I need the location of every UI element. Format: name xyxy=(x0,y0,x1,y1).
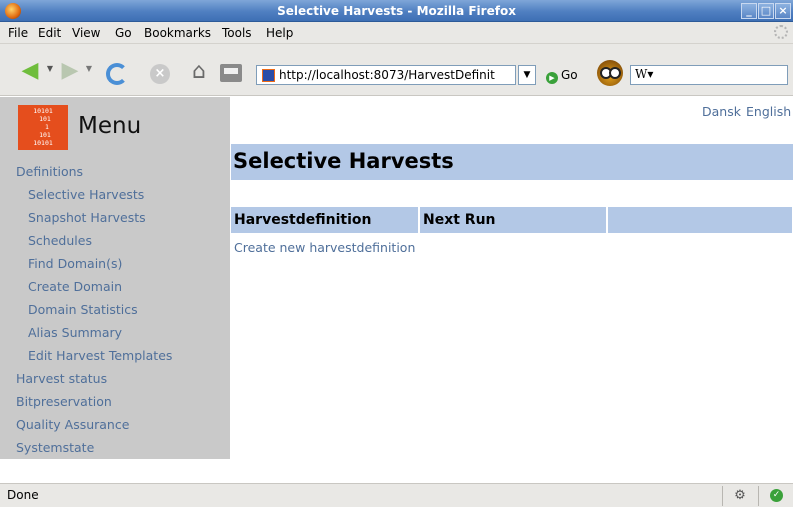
sidebar-item-quality-assurance[interactable]: Quality Assurance xyxy=(16,417,129,432)
menu-bar: File Edit View Go Bookmarks Tools Help xyxy=(0,22,793,44)
menu-file[interactable]: File xyxy=(8,26,28,40)
throbber-icon xyxy=(774,25,788,39)
menu-view[interactable]: View xyxy=(72,26,100,40)
sidebar-item-snapshot-harvests[interactable]: Snapshot Harvests xyxy=(28,210,146,225)
sidebar-item-find-domains[interactable]: Find Domain(s) xyxy=(28,256,122,271)
minimize-button[interactable]: _ xyxy=(741,3,757,19)
home-icon[interactable]: ⌂ xyxy=(187,61,211,85)
window-titlebar: Selective Harvests - Mozilla Firefox _ □… xyxy=(0,0,793,22)
status-text: Done xyxy=(7,488,39,502)
url-input[interactable] xyxy=(279,67,513,83)
page-content: 10101 101 1 101 10101 Menu Definitions S… xyxy=(0,97,793,483)
table-header-harvestdefinition: Harvestdefinition xyxy=(231,207,418,233)
menu-help[interactable]: Help xyxy=(266,26,293,40)
stop-icon[interactable]: × xyxy=(150,64,170,84)
site-favicon xyxy=(262,69,275,82)
sidebar-item-edit-harvest-templates[interactable]: Edit Harvest Templates xyxy=(28,348,172,363)
url-history-dropdown[interactable]: ▼ xyxy=(518,65,536,85)
sidebar-item-harvest-status[interactable]: Harvest status xyxy=(16,371,107,386)
go-icon: ▶ xyxy=(546,72,558,84)
navigation-toolbar: ◀ ▼ ▶ ▼ × ⌂ ▼ ▶Go W▾ xyxy=(0,44,793,96)
close-button[interactable]: × xyxy=(775,3,791,19)
print-icon[interactable] xyxy=(220,64,242,82)
sidebar-item-alias-summary[interactable]: Alias Summary xyxy=(28,325,122,340)
sidebar-item-create-domain[interactable]: Create Domain xyxy=(28,279,122,294)
language-link-english[interactable]: English xyxy=(746,104,791,119)
status-divider xyxy=(722,486,723,506)
sidebar-item-bitpreservation[interactable]: Bitpreservation xyxy=(16,394,112,409)
url-bar[interactable] xyxy=(256,65,516,85)
wikipedia-icon[interactable]: W▾ xyxy=(635,67,653,81)
owl-icon[interactable] xyxy=(597,60,623,86)
sidebar-item-selective-harvests[interactable]: Selective Harvests xyxy=(28,187,144,202)
sidebar: 10101 101 1 101 10101 Menu Definitions S… xyxy=(0,97,230,459)
status-bar: Done ⚙ ✓ xyxy=(0,483,793,507)
table-header-next-run: Next Run xyxy=(420,207,606,233)
create-harvestdefinition-link[interactable]: Create new harvestdefinition xyxy=(234,240,415,255)
sidebar-item-domain-statistics[interactable]: Domain Statistics xyxy=(28,302,138,317)
maximize-button[interactable]: □ xyxy=(758,3,774,19)
menu-title: Menu xyxy=(78,113,142,139)
sidebar-item-systemstate[interactable]: Systemstate xyxy=(16,440,94,455)
forward-arrow-icon[interactable]: ▶ xyxy=(57,60,83,82)
page-title-band: Selective Harvests xyxy=(231,144,793,180)
reload-icon[interactable] xyxy=(106,63,128,85)
app-logo: 10101 101 1 101 10101 xyxy=(18,105,68,150)
back-history-dropdown[interactable]: ▼ xyxy=(46,64,54,78)
go-label: Go xyxy=(561,68,578,82)
sidebar-item-definitions[interactable]: Definitions xyxy=(16,164,83,179)
go-button[interactable]: ▶ Go xyxy=(546,66,578,84)
menu-bookmarks[interactable]: Bookmarks xyxy=(144,26,211,40)
status-divider xyxy=(758,486,759,506)
sidebar-item-schedules[interactable]: Schedules xyxy=(28,233,92,248)
window-title: Selective Harvests - Mozilla Firefox xyxy=(277,4,516,18)
search-input[interactable] xyxy=(659,67,785,83)
table-header-empty xyxy=(608,207,792,233)
back-arrow-icon[interactable]: ◀ xyxy=(17,60,43,82)
menu-tools[interactable]: Tools xyxy=(222,26,252,40)
page-title: Selective Harvests xyxy=(233,149,454,173)
forward-history-dropdown[interactable]: ▼ xyxy=(85,64,93,78)
check-icon[interactable]: ✓ xyxy=(770,489,783,502)
language-link-dansk[interactable]: Dansk xyxy=(702,104,741,119)
search-box[interactable]: W▾ xyxy=(630,65,788,85)
menu-edit[interactable]: Edit xyxy=(38,26,61,40)
menu-go[interactable]: Go xyxy=(115,26,132,40)
security-icon[interactable]: ⚙ xyxy=(732,488,748,504)
